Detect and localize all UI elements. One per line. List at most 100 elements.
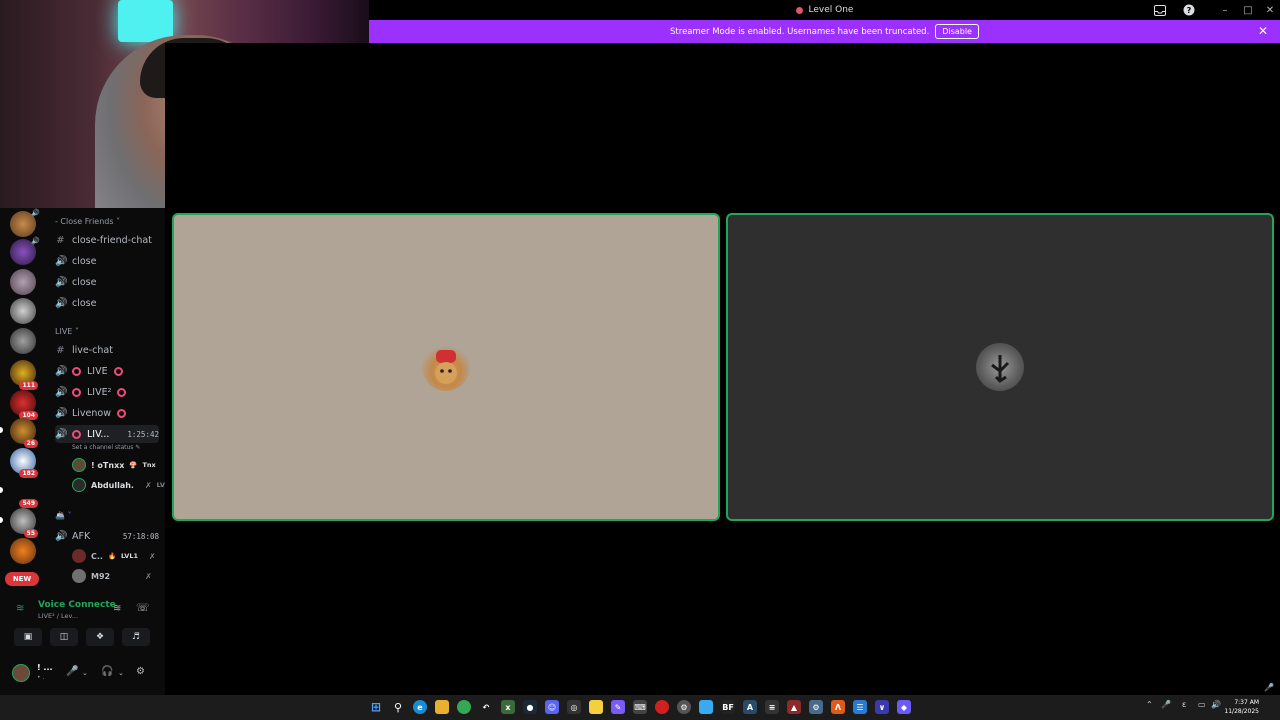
time: 7:37 AM: [1234, 699, 1259, 706]
channel-close-1[interactable]: 🔊 close: [55, 252, 159, 270]
disconnect-icon[interactable]: ☏: [136, 601, 150, 614]
app-icon[interactable]: Λ: [831, 700, 845, 714]
channel-livenow[interactable]: 🔊 Livenow: [55, 404, 159, 422]
channel-close-friend-chat[interactable]: # close-friend-chat: [55, 231, 159, 249]
clock[interactable]: 7:37 AM 11/28/2025: [1224, 698, 1259, 716]
category-collapsed[interactable]: 🚢 ˅: [55, 511, 72, 520]
live-icon: [113, 366, 123, 376]
neon-light: [118, 0, 173, 42]
user-name[interactable]: ! ...: [37, 663, 53, 672]
participant-tile[interactable]: [726, 213, 1274, 521]
excel-icon[interactable]: x: [501, 700, 515, 714]
channel-timer: 1:25:42: [127, 429, 159, 439]
channel-status-prompt[interactable]: Set a channel status ✎: [72, 444, 140, 451]
close-icon[interactable]: ✕: [1258, 24, 1268, 38]
server-icon[interactable]: 🔊: [10, 237, 40, 265]
edge-icon[interactable]: e: [413, 700, 427, 714]
server-icon[interactable]: 111: [10, 360, 38, 390]
member-name: Abdullah.: [91, 480, 134, 490]
language-indicator[interactable]: ε: [1182, 700, 1186, 709]
hash-icon: #: [56, 344, 65, 356]
category-close-friends[interactable]: - Close Friends ˅: [55, 217, 120, 226]
speaker-icon: 🔊: [55, 407, 68, 419]
volume-icon[interactable]: 🔊: [1211, 700, 1221, 709]
display-icon[interactable]: ▭: [1198, 700, 1206, 709]
speaker-icon: 🔊: [31, 209, 40, 217]
participant-tile[interactable]: [172, 213, 720, 521]
discord-icon[interactable]: ☺: [545, 700, 559, 714]
channel-liv-active[interactable]: 🔊 LIV... 1:25:42: [55, 425, 159, 443]
new-badge[interactable]: NEW: [5, 572, 39, 586]
channel-live-chat[interactable]: # live-chat: [55, 341, 159, 359]
settings-icon[interactable]: ⚙: [809, 700, 823, 714]
server-icon[interactable]: 549: [10, 478, 38, 508]
speaker-icon: 🔊: [55, 276, 68, 288]
maximize-button[interactable]: □: [1241, 0, 1255, 20]
activities-button[interactable]: ❖: [86, 628, 114, 646]
server-icon[interactable]: 26: [10, 418, 38, 448]
chevron-down-icon[interactable]: ⌄: [82, 669, 88, 677]
minimize-button[interactable]: –: [1218, 0, 1232, 20]
channel-afk[interactable]: 🔊 AFK 57:18:08: [55, 527, 159, 545]
channel-close-2[interactable]: 🔊 close: [55, 273, 159, 291]
voice-member[interactable]: M92 ✗: [72, 568, 152, 584]
screen-share-button[interactable]: ◫: [50, 628, 78, 646]
server-icon[interactable]: 104: [10, 390, 38, 420]
server-icon[interactable]: 182: [10, 448, 38, 478]
voice-member[interactable]: ! oTnxx 🍄 Tnx: [72, 457, 156, 473]
inbox-icon[interactable]: [1153, 0, 1167, 20]
server-icon[interactable]: [10, 269, 36, 295]
channel-live2[interactable]: 🔊 LIVE²: [55, 383, 159, 401]
search-icon[interactable]: ⚲: [391, 700, 405, 714]
server-icon[interactable]: [10, 538, 36, 564]
sticky-notes-icon[interactable]: [589, 700, 603, 714]
disable-button[interactable]: Disable: [935, 24, 979, 39]
windows-start-icon[interactable]: ⊞: [369, 700, 383, 714]
user-avatar[interactable]: [12, 664, 30, 682]
camera-off-button[interactable]: ▣: [14, 628, 42, 646]
voice-status-channel[interactable]: LIVE² / Lev...: [38, 612, 78, 620]
voice-status-title[interactable]: Voice Connecte: [38, 600, 116, 610]
app-icon[interactable]: [699, 700, 713, 714]
headphones-icon[interactable]: 🎧: [101, 666, 113, 677]
app-icon[interactable]: ◎: [567, 700, 581, 714]
chevron-down-icon[interactable]: ⌄: [118, 669, 124, 677]
app-icon[interactable]: ∨: [875, 700, 889, 714]
microphone-icon[interactable]: 🎤: [1161, 700, 1171, 709]
back-icon[interactable]: ↶: [479, 700, 493, 714]
server-icon[interactable]: 55: [10, 508, 38, 538]
calculator-icon[interactable]: ≡: [765, 700, 779, 714]
app-icon[interactable]: ▲: [787, 700, 801, 714]
participant-avatar: [422, 343, 470, 391]
app-icon[interactable]: ◆: [897, 700, 911, 714]
member-name: M92: [91, 571, 111, 581]
channel-live[interactable]: 🔊 LIVE: [55, 362, 159, 380]
file-explorer-icon[interactable]: [435, 700, 449, 714]
app-icon[interactable]: A: [743, 700, 757, 714]
category-live[interactable]: LIVE ˅: [55, 327, 79, 336]
record-icon[interactable]: [655, 700, 669, 714]
soundboard-button[interactable]: ♬: [122, 628, 150, 646]
chrome-icon[interactable]: [457, 700, 471, 714]
keyboard-icon[interactable]: ⌨: [633, 700, 647, 714]
server-icon[interactable]: [10, 298, 36, 324]
channel-close-3[interactable]: 🔊 close: [55, 294, 159, 312]
chevron-up-icon[interactable]: ⌃: [1146, 700, 1153, 709]
notepad-icon[interactable]: ☰: [853, 700, 867, 714]
pen-icon[interactable]: ✎: [611, 700, 625, 714]
voice-member[interactable]: Abdullah. ✗ LV: [72, 477, 165, 493]
steam-icon[interactable]: ●: [523, 700, 537, 714]
voice-member[interactable]: C.. 🔥 LVL1 ✗: [72, 548, 156, 564]
settings-icon[interactable]: ⚙: [136, 666, 145, 677]
bf-icon[interactable]: BF: [721, 700, 735, 714]
member-name: C..: [91, 551, 103, 561]
close-window-button[interactable]: ✕: [1263, 0, 1277, 20]
noise-suppression-icon[interactable]: ≋: [113, 603, 121, 614]
server-icon[interactable]: 🔊: [10, 209, 40, 237]
unread-badge: 55: [23, 529, 38, 538]
server-icon[interactable]: [10, 328, 36, 354]
help-icon[interactable]: ?: [1182, 0, 1196, 20]
dial-icon[interactable]: ⚙: [677, 700, 691, 714]
microphone-icon[interactable]: 🎤: [66, 666, 78, 677]
mic-muted-icon: ✗: [145, 571, 152, 581]
